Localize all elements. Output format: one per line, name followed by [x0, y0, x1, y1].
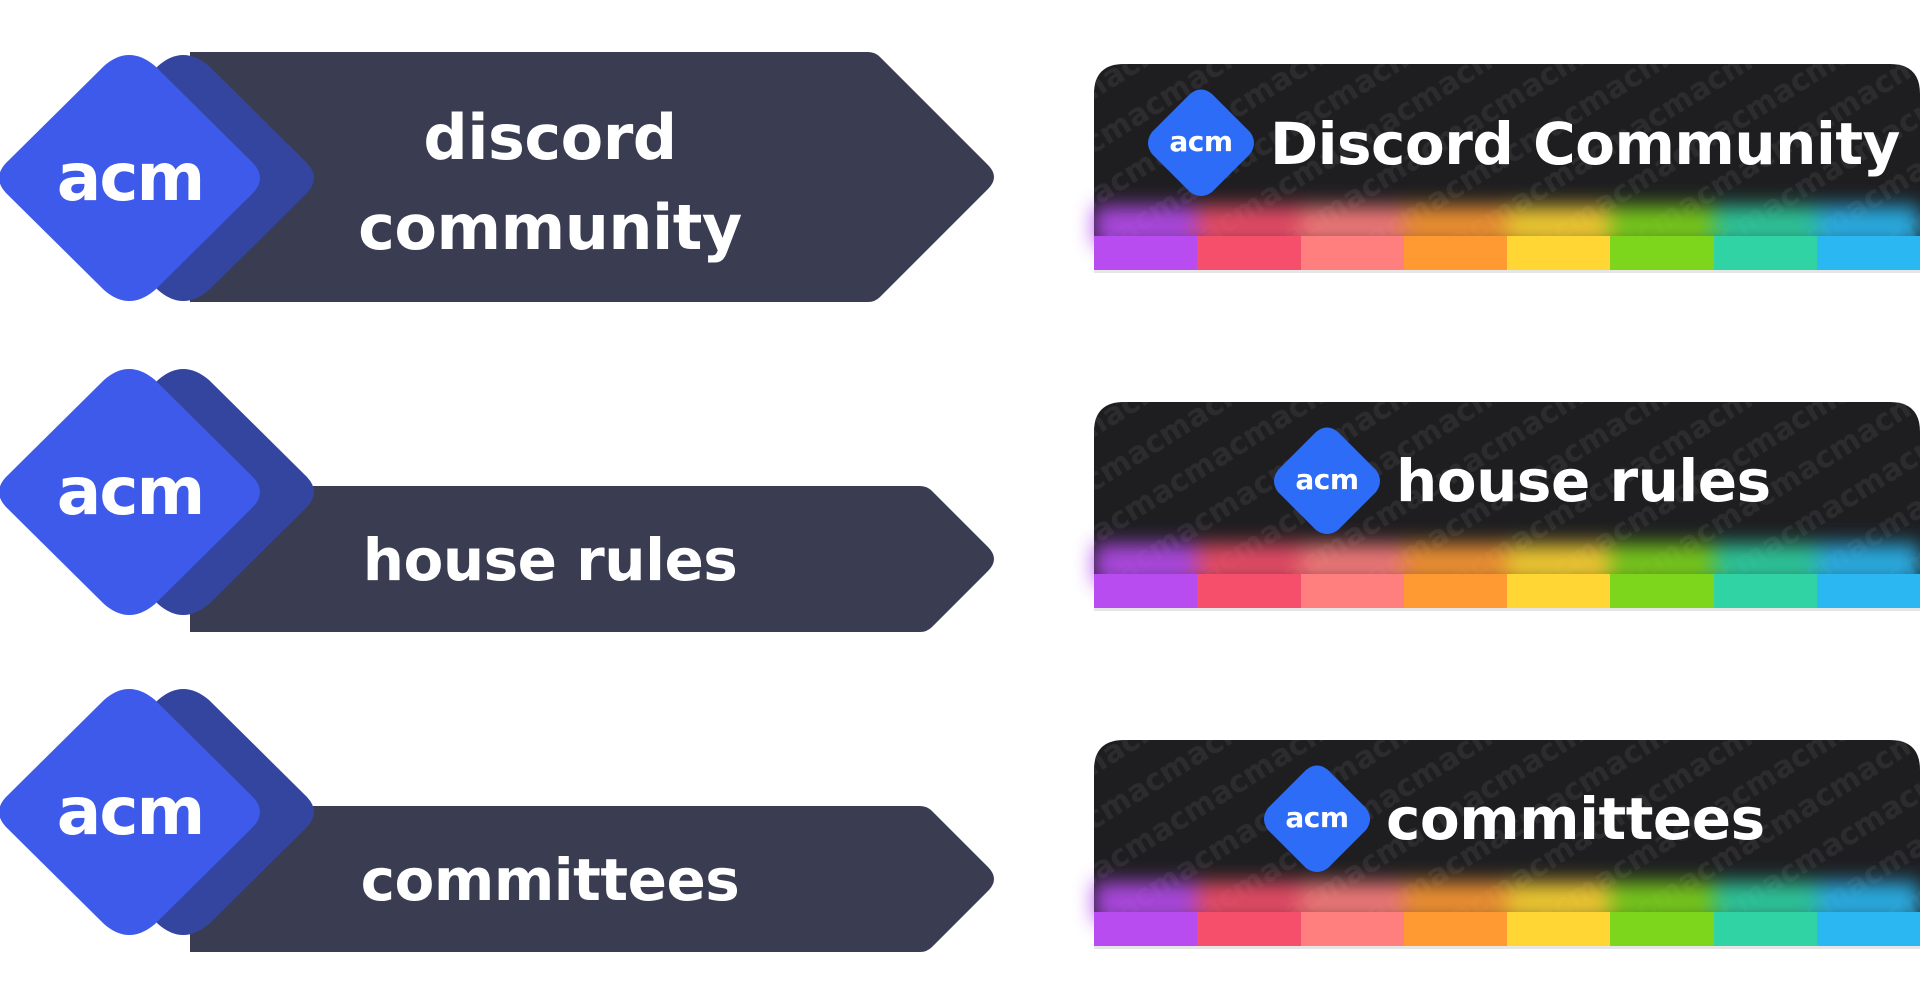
color-stripes: [1094, 912, 1920, 946]
left-banner-house-rules: acm house rules: [0, 369, 1000, 634]
banner-underline: [1094, 270, 1920, 273]
logo-text: acm: [1295, 463, 1359, 496]
banner-line-1: committees: [360, 846, 740, 914]
banner-line-1: discord: [423, 101, 677, 174]
logo-text: acm: [1285, 801, 1349, 834]
color-stripes: [1094, 574, 1920, 608]
logo-text: acm: [1169, 125, 1233, 158]
right-banner-house-rules: acm acm house rules: [1094, 402, 1920, 611]
right-banner-committees: acm acm committees: [1094, 740, 1920, 949]
logo-text: acm: [56, 139, 205, 216]
left-banner-committees: acm committees: [0, 689, 1000, 954]
right-banner-discord-community: acm acm Discord Community: [1094, 64, 1920, 273]
banner-line-1: house rules: [362, 526, 738, 594]
banner-underline: [1094, 946, 1920, 949]
logo-text: acm: [56, 453, 205, 530]
color-stripes: [1094, 236, 1920, 270]
banner-title: house rules: [1396, 447, 1771, 515]
left-banner-discord-community: acm discord community: [0, 52, 1000, 316]
banner-title: Discord Community: [1270, 110, 1900, 178]
logo-text: acm: [56, 773, 205, 850]
banner-underline: [1094, 608, 1920, 611]
banner-line-2: community: [358, 191, 742, 264]
banner-title: committees: [1386, 785, 1765, 853]
